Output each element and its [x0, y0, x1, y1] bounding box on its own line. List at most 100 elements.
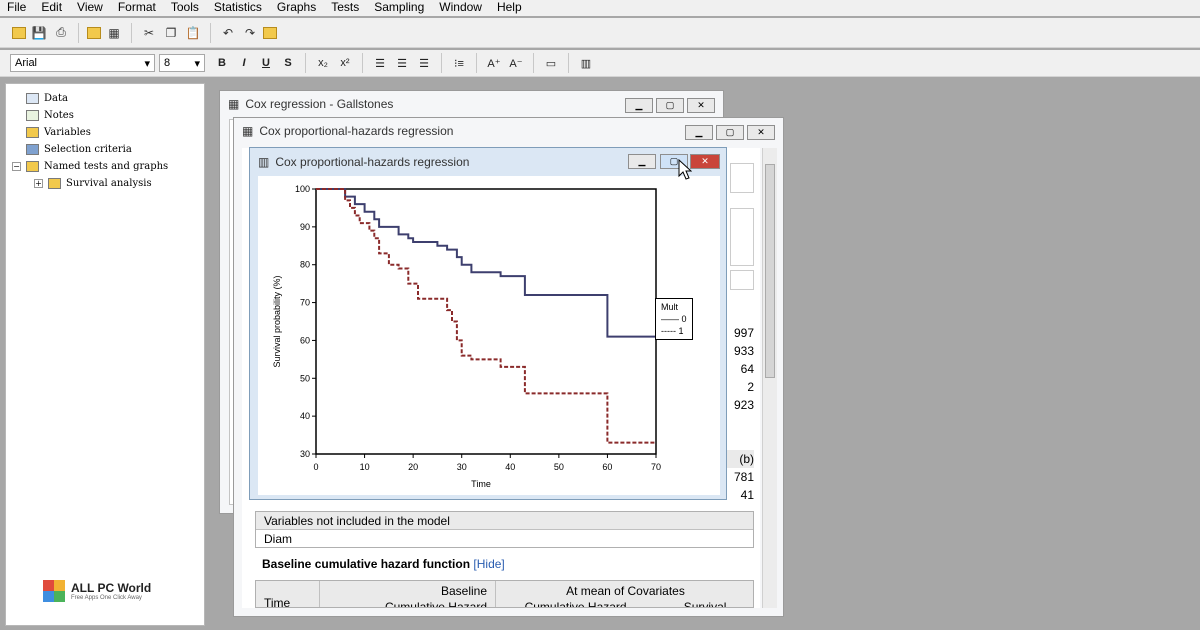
- chevron-down-icon: ▾: [144, 57, 150, 70]
- y-tick-label: 40: [300, 411, 310, 421]
- tree-label: Named tests and graphs: [44, 161, 169, 172]
- table-header: Time: [256, 581, 319, 607]
- x-tick-label: 50: [554, 462, 564, 472]
- maximize-button[interactable]: ▢: [656, 98, 684, 113]
- minimize-button[interactable]: ▁: [685, 125, 713, 140]
- tree-label: Survival analysis: [66, 178, 152, 189]
- menu-graphs[interactable]: Graphs: [270, 0, 324, 16]
- font-select[interactable]: Arial ▾: [10, 54, 155, 72]
- align-center-icon[interactable]: ☰: [393, 54, 411, 72]
- tree-item-data[interactable]: Data: [26, 90, 204, 107]
- menu-view[interactable]: View: [70, 0, 111, 16]
- open-folder-icon[interactable]: [12, 26, 26, 39]
- print-icon[interactable]: ⎙: [52, 24, 70, 42]
- chart-icon[interactable]: ▥: [577, 54, 595, 72]
- watermark: ALL PC World Free Apps One Click Away: [43, 580, 151, 602]
- grid-icon[interactable]: ▦: [105, 24, 123, 42]
- close-button[interactable]: ✕: [747, 125, 775, 140]
- survival-chart: 0 10 20 30 40 50 60 70 30 40 50 60 70 80 90 100 Time Surv…: [272, 184, 661, 489]
- folder-icon[interactable]: [87, 26, 101, 39]
- export-icon[interactable]: [263, 26, 277, 39]
- menu-window[interactable]: Window: [432, 0, 490, 16]
- collapse-icon[interactable]: −: [12, 162, 21, 171]
- undo-icon[interactable]: ↶: [219, 24, 237, 42]
- font-name: Arial: [15, 57, 38, 69]
- window-title: Cox proportional-hazards regression: [259, 124, 454, 138]
- italic-button[interactable]: I: [235, 54, 253, 72]
- minimize-button[interactable]: ▁: [628, 154, 656, 169]
- hide-link[interactable]: [Hide]: [473, 557, 504, 571]
- comment-icon[interactable]: ▭: [542, 54, 560, 72]
- x-tick-label: 0: [313, 462, 318, 472]
- bullet-list-icon[interactable]: ⁝≡: [450, 54, 468, 72]
- menu-tests[interactable]: Tests: [324, 0, 367, 16]
- increase-font-icon[interactable]: A⁺: [485, 54, 503, 72]
- table-icon: [26, 93, 39, 104]
- window-chart: ▥ Cox proportional-hazards regression ▁ ▢…: [249, 147, 727, 500]
- close-button[interactable]: ✕: [687, 98, 715, 113]
- y-tick-label: 50: [300, 373, 310, 383]
- font-size: 8: [164, 57, 171, 69]
- decrease-font-icon[interactable]: A⁻: [507, 54, 525, 72]
- tree-label: Notes: [44, 110, 74, 121]
- font-size-select[interactable]: 8 ▾: [159, 54, 205, 72]
- not-in-model-table: Variables not included in the model Diam: [255, 511, 754, 548]
- legend-label: 0: [681, 314, 687, 324]
- strike-button[interactable]: S: [279, 54, 297, 72]
- header-baseline: Baseline: [440, 584, 487, 598]
- table-header: Variables not included in the model: [256, 512, 753, 530]
- copy-icon[interactable]: ❐: [162, 24, 180, 42]
- watermark-title: ALL PC World: [71, 581, 152, 595]
- table-header: At mean of Covariates Cumulative Hazard Su…: [495, 581, 753, 608]
- bold-button[interactable]: B: [213, 54, 231, 72]
- window-title: Cox regression - Gallstones: [245, 97, 394, 111]
- redo-icon[interactable]: ↷: [241, 24, 259, 42]
- align-right-icon[interactable]: ☰: [415, 54, 433, 72]
- menu-help[interactable]: Help: [490, 0, 530, 16]
- menu-format[interactable]: Format: [111, 0, 164, 16]
- x-axis-label: Time: [471, 479, 491, 489]
- maximize-button[interactable]: ▢: [716, 125, 744, 140]
- x-tick-label: 70: [651, 462, 661, 472]
- y-tick-label: 80: [300, 260, 310, 270]
- y-tick-label: 100: [295, 184, 310, 194]
- tree-item-variables[interactable]: Variables: [26, 124, 204, 141]
- align-left-icon[interactable]: ☰: [371, 54, 389, 72]
- paste-icon[interactable]: 📋: [184, 24, 202, 42]
- menu-sampling[interactable]: Sampling: [367, 0, 432, 16]
- cut-icon[interactable]: ✂: [140, 24, 158, 42]
- expand-icon[interactable]: +: [34, 179, 43, 188]
- close-button[interactable]: ✕: [690, 154, 720, 169]
- scrollbar-thumb[interactable]: [765, 164, 775, 378]
- tree-item-survival[interactable]: + Survival analysis: [34, 175, 204, 192]
- tree-item-notes[interactable]: Notes: [26, 107, 204, 124]
- table-icon: ▦: [228, 97, 240, 111]
- format-toolbar: Arial ▾ 8 ▾ B I U S x₂ x² ☰ ☰ ☰ ⁝≡ A⁺ A⁻ ▭…: [0, 50, 1200, 77]
- x-tick-label: 20: [408, 462, 418, 472]
- vertical-scrollbar[interactable]: [762, 148, 777, 608]
- minimize-button[interactable]: ▁: [625, 98, 653, 113]
- baseline-table: Time Baseline Cumulative Hazard At mean o…: [255, 580, 754, 608]
- table-icon: ▦: [242, 124, 254, 138]
- mouse-cursor-icon: [678, 159, 692, 180]
- superscript-icon[interactable]: x²: [336, 54, 354, 72]
- y-tick-label: 30: [300, 449, 310, 459]
- x-tick-label: 30: [457, 462, 467, 472]
- watermark-subtitle: Free Apps One Click Away: [71, 595, 142, 601]
- menu-statistics[interactable]: Statistics: [207, 0, 270, 16]
- menu-file[interactable]: File: [0, 0, 34, 16]
- header-survival: Survival: [683, 600, 727, 608]
- legend-label: 1: [678, 326, 684, 336]
- tree-label: Selection criteria: [44, 144, 132, 155]
- menu-edit[interactable]: Edit: [34, 0, 70, 16]
- tree-item-named-tests[interactable]: − Named tests and graphs: [12, 158, 204, 175]
- table-cell: Diam: [264, 532, 293, 546]
- header-cum-hazard: Cumulative Hazard: [524, 600, 627, 608]
- baseline-title: Baseline cumulative hazard function: [262, 557, 471, 571]
- logo-icon: [43, 580, 65, 602]
- underline-button[interactable]: U: [257, 54, 275, 72]
- save-icon[interactable]: 💾: [30, 24, 48, 42]
- tree-item-selection[interactable]: Selection criteria: [26, 141, 204, 158]
- menu-tools[interactable]: Tools: [164, 0, 207, 16]
- subscript-icon[interactable]: x₂: [314, 54, 332, 72]
